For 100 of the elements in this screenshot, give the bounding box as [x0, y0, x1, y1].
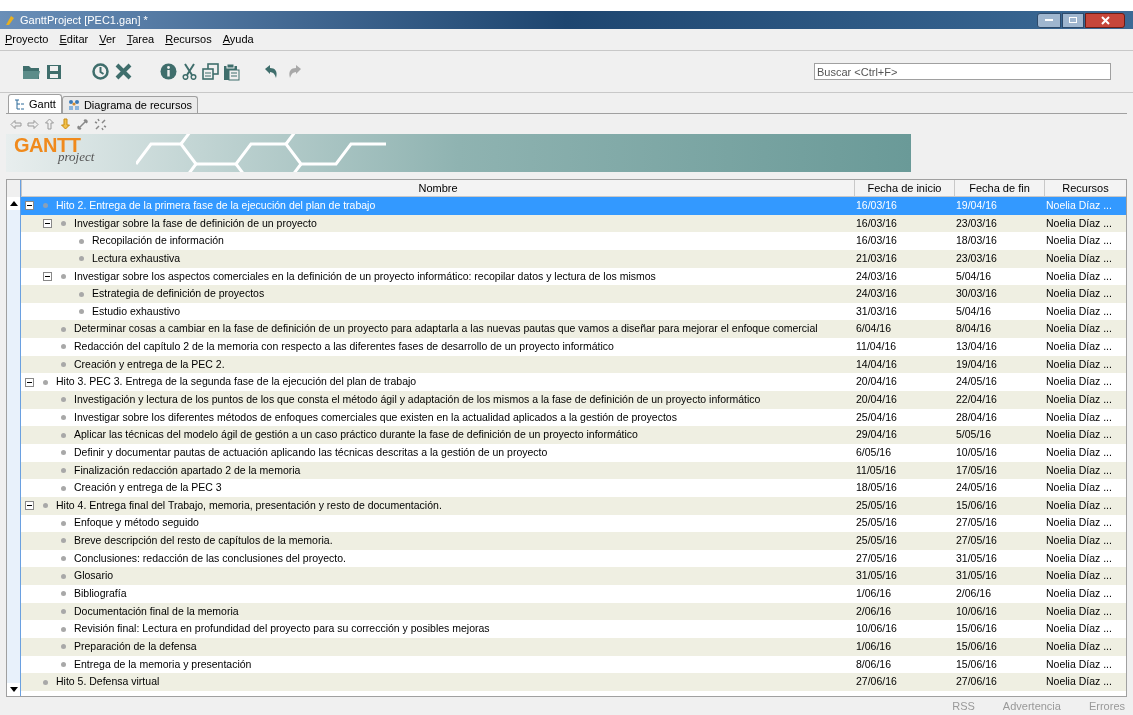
- tab[interactable]: Diagrama de recursos: [61, 96, 199, 113]
- column-header[interactable]: Nombre: [21, 180, 854, 196]
- task-start-date: 29/04/16: [856, 427, 897, 443]
- task-name: Definir y documentar pautas de actuación aplicando las técnicas descritas a la gestión de un proyecto: [74, 444, 548, 460]
- task-start-date: 31/05/16: [856, 568, 897, 584]
- task-start-date: 1/06/16: [856, 638, 892, 654]
- task-end-date: 23/03/16: [956, 215, 997, 231]
- search-field[interactable]: Buscar <Ctrl+F>: [814, 63, 1111, 80]
- task-name: Documentación final de la memoria: [74, 603, 239, 619]
- collapse-icon[interactable]: [25, 377, 34, 387]
- maximize-button[interactable]: [1062, 12, 1084, 28]
- task-start-date: 16/03/16: [856, 215, 897, 231]
- task-start-date: 1/06/16: [856, 586, 892, 602]
- task-resources: Noelia Díaz ...: [1046, 392, 1112, 407]
- task-start-date: 20/04/16: [856, 374, 897, 390]
- undo-icon[interactable]: [264, 64, 279, 79]
- collapse-icon[interactable]: [43, 218, 52, 228]
- task-end-date: 23/03/16: [956, 250, 997, 266]
- unlink-icon[interactable]: [94, 117, 107, 131]
- collapse-icon[interactable]: [25, 501, 34, 511]
- task-name: Finalización redacción apartado 2 de la memoria: [74, 462, 301, 478]
- cut-icon[interactable]: [181, 63, 198, 80]
- close-button[interactable]: [1085, 12, 1125, 28]
- task-end-date: 28/04/16: [956, 409, 997, 425]
- column-header[interactable]: Fecha de inicio: [854, 180, 954, 196]
- delete-icon[interactable]: [115, 63, 132, 80]
- task-resources: Noelia Díaz ...: [1046, 321, 1112, 337]
- link-icon[interactable]: [76, 117, 89, 131]
- minimize-button[interactable]: [1037, 12, 1061, 28]
- copy-icon[interactable]: [202, 63, 219, 80]
- menu-item[interactable]: Editar: [59, 31, 89, 48]
- task-resources: Noelia Díaz ...: [1046, 286, 1112, 302]
- task-name: Hito 3. PEC 3. Entrega de la segunda fase de la ejecución del plan de trabajo: [56, 374, 417, 390]
- menu-item[interactable]: Proyecto: [5, 31, 49, 48]
- task-resources: Noelia Díaz ...: [1046, 409, 1112, 425]
- task-end-date: 17/05/16: [956, 462, 997, 478]
- collapse-icon[interactable]: [43, 271, 52, 281]
- tab[interactable]: Gantt: [8, 94, 62, 113]
- task-end-date: 18/03/16: [956, 233, 997, 249]
- task-end-date: 5/04/16: [956, 268, 992, 284]
- task-resources: Noelia Díaz ...: [1046, 339, 1112, 355]
- task-name: Conclusiones: redacción de las conclusiones del proyecto.: [74, 550, 346, 566]
- task-end-date: 24/05/16: [956, 480, 997, 496]
- menu-item[interactable]: Ayuda: [222, 31, 254, 48]
- task-resources: Noelia Díaz ...: [1046, 603, 1112, 619]
- task-end-date: 24/05/16: [956, 374, 997, 390]
- task-resources: Noelia Díaz ...: [1046, 656, 1112, 672]
- collapse-icon[interactable]: [25, 201, 34, 211]
- window-title: GanttProject [PEC1.gan] *: [20, 12, 148, 28]
- task-resources: Noelia Díaz ...: [1046, 374, 1112, 390]
- task-resources: Noelia Díaz ...: [1046, 621, 1112, 637]
- task-resources: Noelia Díaz ...: [1046, 356, 1112, 372]
- menu-item[interactable]: Tarea: [126, 31, 155, 48]
- menu-item[interactable]: Ver: [99, 31, 116, 48]
- task-end-date: 5/05/16: [956, 427, 992, 443]
- task-start-date: 24/03/16: [856, 286, 897, 302]
- task-name: Entrega de la memoria y presentación: [74, 656, 252, 672]
- task-start-date: 11/04/16: [856, 339, 897, 355]
- task-name: Estudio exhaustivo: [92, 303, 181, 319]
- task-end-date: 15/06/16: [956, 656, 997, 672]
- task-resources: Noelia Díaz ...: [1046, 427, 1112, 443]
- task-resources: Noelia Díaz ...: [1046, 480, 1112, 496]
- task-start-date: 8/06/16: [856, 656, 892, 672]
- task-start-date: 6/04/16: [856, 321, 892, 337]
- task-start-date: 18/05/16: [856, 480, 897, 496]
- task-end-date: 19/04/16: [956, 356, 997, 372]
- paste-icon[interactable]: [223, 62, 240, 81]
- task-name: Aplicar las técnicas del modelo ágil de gestión a un caso práctico durante la fase de definición de un proyecto informático: [74, 427, 638, 443]
- task-end-date: 27/05/16: [956, 515, 997, 531]
- info-icon[interactable]: [160, 63, 177, 80]
- task-resources: Noelia Díaz ...: [1046, 444, 1112, 460]
- task-name: Enfoque y método seguido: [74, 515, 199, 531]
- task-end-date: 27/06/16: [956, 674, 997, 690]
- app-icon: [4, 14, 16, 26]
- task-name: Investigar sobre los aspectos comerciales en la definición de un proyecto informático: recopilar datos y lectura de los mismos: [74, 268, 656, 284]
- menu-item[interactable]: Recursos: [165, 31, 212, 48]
- task-name: Bibliografía: [74, 586, 127, 602]
- task-name: Investigar sobre los diferentes métodos de enfoques comerciales que existen en la actualidad aplicados a la gestión de proyectos: [74, 409, 677, 425]
- task-start-date: 6/05/16: [856, 444, 892, 460]
- column-header[interactable]: Fecha de fin: [954, 180, 1044, 196]
- save-icon[interactable]: [46, 63, 62, 80]
- task-resources: Noelia Díaz ...: [1046, 462, 1112, 478]
- task-name: Creación y entrega de la PEC 3: [74, 480, 222, 496]
- task-end-date: 15/06/16: [956, 638, 997, 654]
- vertical-scrollbar[interactable]: [7, 180, 21, 696]
- column-header[interactable]: Recursos: [1044, 180, 1126, 196]
- task-start-date: 27/06/16: [856, 674, 897, 690]
- task-resources: Noelia Díaz ...: [1046, 197, 1112, 213]
- task-end-date: 15/06/16: [956, 497, 997, 513]
- task-name: Breve descripción del resto de capítulos de la memoria.: [74, 533, 333, 549]
- task-end-date: 30/03/16: [956, 286, 997, 302]
- task-end-date: 31/05/16: [956, 550, 997, 566]
- task-start-date: 20/04/16: [856, 392, 897, 407]
- task-end-date: 10/05/16: [956, 444, 997, 460]
- task-resources: Noelia Díaz ...: [1046, 586, 1112, 602]
- task-name: Hito 5. Defensa virtual: [56, 674, 160, 690]
- task-name: Investigación y lectura de los puntos de los que consta el método ágil y adaptación de los mismos a la fase de definición de un proyecto informático: [74, 392, 761, 407]
- open-folder-icon[interactable]: [22, 63, 40, 80]
- task-resources: Noelia Díaz ...: [1046, 497, 1112, 513]
- clock-icon[interactable]: [92, 63, 109, 80]
